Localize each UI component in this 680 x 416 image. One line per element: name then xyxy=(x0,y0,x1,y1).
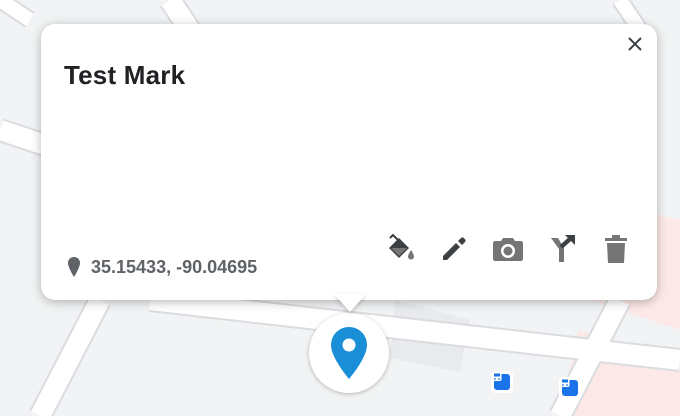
marker-title: Test Mark xyxy=(64,60,186,90)
directions-button[interactable] xyxy=(545,232,579,266)
edit-button[interactable] xyxy=(437,232,471,266)
marker-info-card: Test Mark 35.15433, -90.04695 xyxy=(41,24,657,300)
style-button[interactable] xyxy=(383,232,417,266)
transit-stop-icon[interactable] xyxy=(491,371,513,393)
coordinates-row: 35.15433, -90.04695 xyxy=(67,256,257,278)
card-pointer xyxy=(334,294,366,312)
map-pin-icon xyxy=(331,327,367,379)
camera-icon xyxy=(493,238,523,261)
transit-stop-icon[interactable] xyxy=(559,377,581,399)
pencil-icon xyxy=(443,237,466,260)
add-photo-button[interactable] xyxy=(491,232,525,266)
location-pin-icon xyxy=(68,257,80,277)
trash-icon xyxy=(605,235,627,263)
selected-marker[interactable] xyxy=(309,313,389,393)
coordinates-text: 35.15433, -90.04695 xyxy=(91,256,258,277)
bus-icon xyxy=(492,372,510,390)
close-icon xyxy=(628,37,642,51)
close-button[interactable] xyxy=(623,32,647,56)
bus-icon xyxy=(560,378,578,396)
delete-button[interactable] xyxy=(599,232,633,266)
paint-bucket-icon xyxy=(389,234,414,260)
marker-actions xyxy=(383,232,633,266)
directions-icon xyxy=(551,235,575,262)
